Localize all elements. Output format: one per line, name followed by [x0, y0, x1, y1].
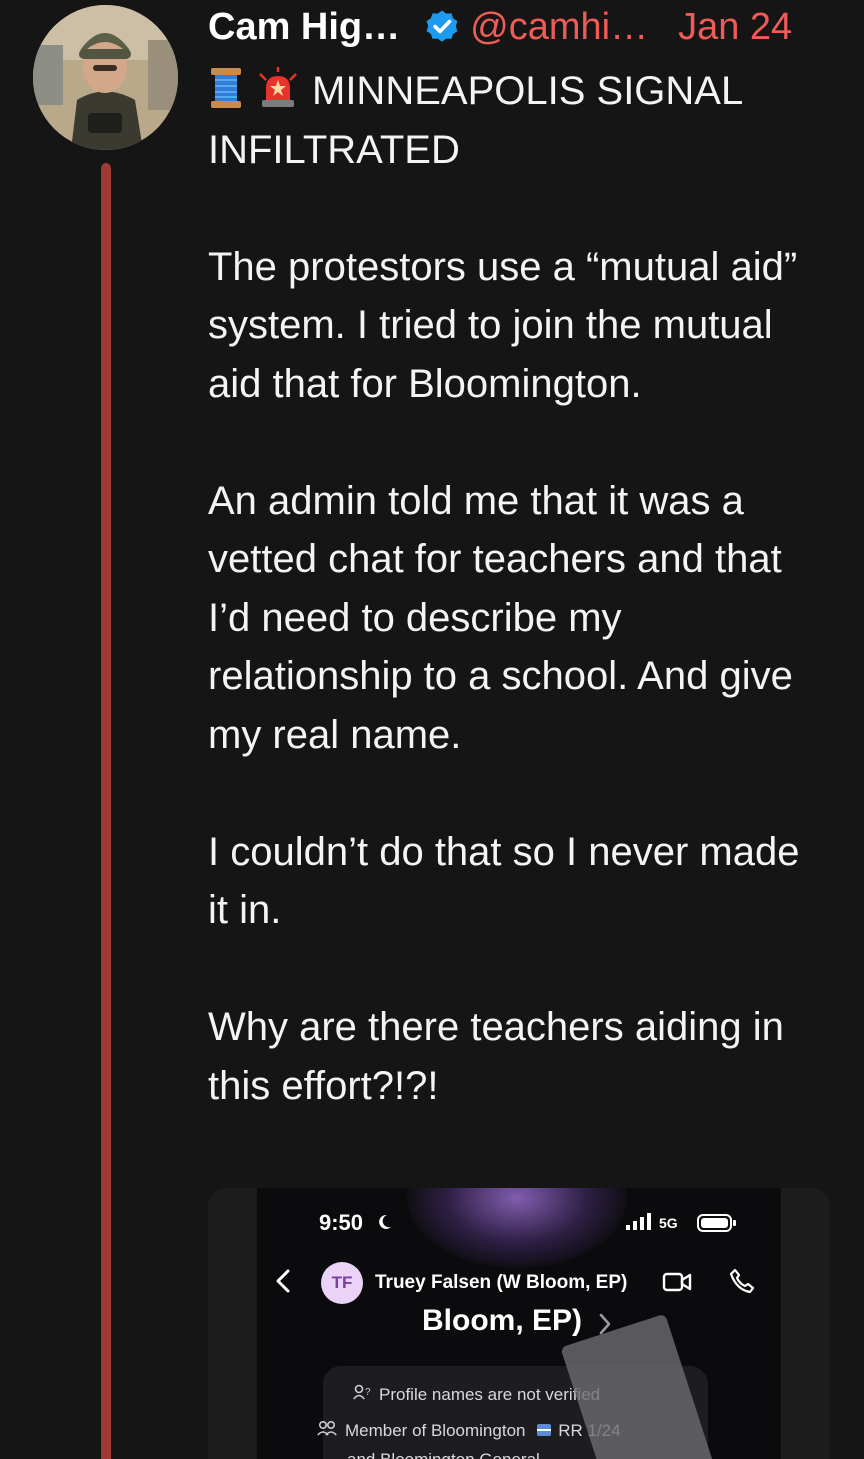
attached-image[interactable]: 9:50 5G TF Truey Falsen (W Bloom, EP) Bl… [208, 1188, 830, 1459]
signal-bars-icon [626, 1213, 651, 1230]
police-light-icon [259, 67, 297, 107]
battery-icon [697, 1214, 736, 1232]
profile-notice-row: ? Profile names are not verified [353, 1384, 600, 1405]
phone-call-icon[interactable] [729, 1268, 755, 1294]
group-flag-icon [537, 1424, 552, 1436]
author-handle[interactable]: @camhi… [470, 5, 648, 49]
thread-line [101, 163, 111, 1459]
post-title-paragraph: MINNEAPOLIS SIGNAL INFILTRATED [208, 62, 828, 179]
verified-badge-icon [426, 10, 458, 42]
post-date[interactable]: Jan 24 [678, 5, 792, 49]
profile-notice: Profile names are not verified [379, 1385, 601, 1404]
moon-icon [379, 1214, 391, 1229]
author-avatar[interactable] [33, 5, 178, 150]
post-header: Cam Hig… @camhi… Jan 24 [208, 2, 834, 52]
member-of: Member of Bloomington [345, 1421, 526, 1440]
group-icon [317, 1420, 337, 1436]
post-paragraph: Why are there teachers aiding in this ef… [208, 1005, 784, 1108]
member-more: and Bloomington General [347, 1450, 540, 1459]
network-type: 5G [659, 1215, 678, 1231]
contact-name[interactable]: Truey Falsen (W Bloom, EP) [375, 1272, 627, 1294]
avatar-photo [33, 5, 178, 150]
unverified-person-icon: ? [353, 1384, 371, 1400]
post-paragraph: An admin told me that it was a vetted ch… [208, 478, 793, 757]
status-time: 9:50 [319, 1210, 364, 1235]
screen-glow [407, 1188, 627, 1268]
svg-text:?: ? [365, 1387, 371, 1398]
conversation-title: Bloom, EP) [422, 1304, 583, 1337]
post-page: Cam Hig… @camhi… Jan 24 MINNEAPOLIS SIGN… [0, 0, 864, 1459]
post-body: MINNEAPOLIS SIGNAL INFILTRATED The prote… [208, 62, 828, 1115]
phone-screenshot: 9:50 5G TF Truey Falsen (W Bloom, EP) Bl… [257, 1188, 781, 1459]
member-row: Member of Bloomington RR 1/24 [317, 1420, 621, 1441]
author-name[interactable]: Cam Hig… [208, 5, 400, 49]
contact-avatar[interactable]: TF [321, 1262, 363, 1304]
thread-spool-icon [211, 68, 241, 108]
video-call-icon[interactable] [662, 1270, 692, 1294]
back-chevron-icon[interactable] [273, 1268, 293, 1294]
post-paragraph: I couldn’t do that so I never made it in… [208, 829, 800, 933]
post-paragraph: The protestors use a “mutual aid” system… [208, 244, 798, 406]
